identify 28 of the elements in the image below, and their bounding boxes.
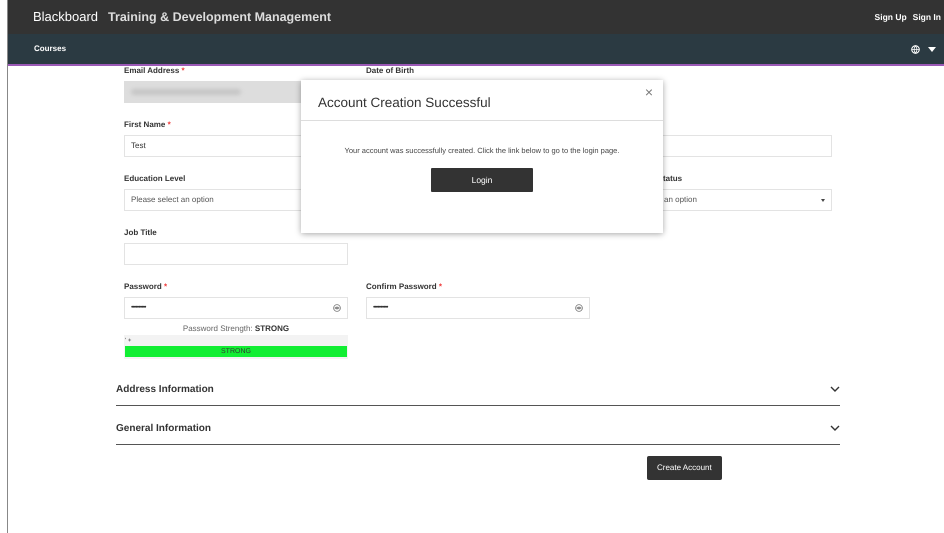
- app-title: Training & Development Management: [108, 8, 332, 26]
- caret-icon: [821, 198, 825, 202]
- input-field[interactable]: [124, 243, 348, 265]
- field-label: Date of Birth: [366, 66, 414, 75]
- field-label: Education Level: [124, 174, 186, 183]
- field-label: Confirm Password *: [366, 282, 442, 291]
- globe-icon[interactable]: [911, 44, 920, 54]
- field-label: tatus: [663, 174, 682, 183]
- nav-link[interactable]: Sign Up: [872, 10, 910, 24]
- brand-name: Blackboard: [33, 8, 98, 26]
- accordion-header[interactable]: General Information: [116, 406, 840, 445]
- close-button[interactable]: ×: [642, 84, 655, 100]
- eye-icon[interactable]: [333, 304, 341, 312]
- nav-link[interactable]: Courses: [34, 43, 66, 55]
- password-strength-text: Password Strength: STRONG: [182, 323, 290, 335]
- accordion-header[interactable]: Address Information: [116, 367, 840, 406]
- field-label: Email Address *: [124, 66, 185, 75]
- chevron-icon: [830, 425, 840, 431]
- field-label: First Name *: [124, 120, 171, 129]
- login-button[interactable]: Login: [431, 168, 533, 192]
- field-label: Password *: [124, 282, 168, 291]
- nav-link[interactable]: Sign In: [910, 10, 944, 24]
- field-label: Job Title: [124, 228, 157, 237]
- modal-title: Account Creation Successful: [318, 95, 491, 112]
- caret-icon[interactable]: [928, 46, 936, 52]
- create-account-button[interactable]: Create Account: [647, 456, 722, 480]
- chevron-icon: [830, 386, 840, 392]
- eye-icon[interactable]: [575, 304, 583, 312]
